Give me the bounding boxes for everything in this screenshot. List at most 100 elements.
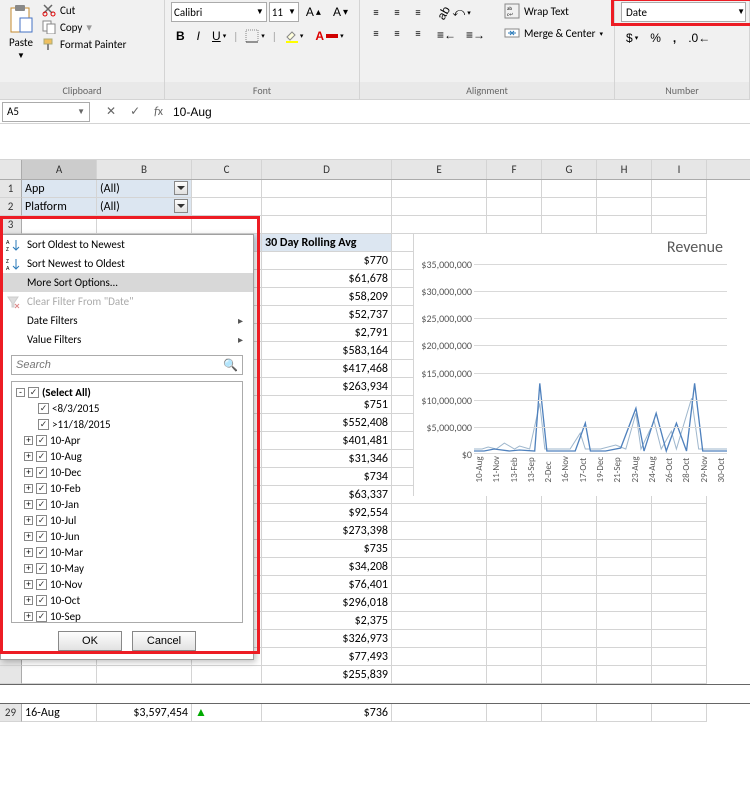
format-painter-button[interactable]: Format Painter (40, 36, 128, 52)
tree-expand-icon[interactable]: + (24, 612, 33, 621)
cell[interactable] (392, 576, 487, 594)
rolling-avg-cell[interactable]: $58,209 (262, 288, 392, 306)
tree-expand-icon[interactable]: - (16, 388, 25, 397)
tree-expand-icon[interactable]: + (24, 548, 33, 557)
pivot-app-dropdown[interactable] (174, 181, 188, 195)
cell[interactable] (192, 180, 262, 198)
tree-checkbox[interactable]: ✓ (36, 595, 47, 606)
fill-color-button[interactable]: ▾ (279, 26, 309, 46)
filter-tree-item[interactable]: -✓(Select All) (12, 384, 242, 400)
accounting-format-button[interactable]: $▾ (621, 28, 643, 48)
cell[interactable] (597, 666, 652, 684)
cell[interactable] (192, 216, 262, 234)
cell[interactable] (597, 522, 652, 540)
pivot-platform-dropdown[interactable] (174, 199, 188, 213)
filter-tree-item[interactable]: +✓10-Mar (12, 544, 242, 560)
cell[interactable] (487, 576, 542, 594)
col-header-A[interactable]: A (22, 160, 97, 179)
paste-button[interactable]: Paste ▼ (6, 2, 36, 63)
cell[interactable] (22, 666, 97, 684)
row-header[interactable]: 3 (0, 216, 22, 234)
col-header-C[interactable]: C (192, 160, 262, 179)
rolling-avg-cell[interactable]: $31,346 (262, 450, 392, 468)
cell[interactable] (487, 704, 542, 722)
cell-rolling[interactable]: $736 (262, 704, 392, 722)
cell[interactable] (97, 666, 192, 684)
copy-button[interactable]: Copy ▾ (40, 19, 128, 35)
filter-cancel-button[interactable]: Cancel (132, 631, 196, 651)
cell[interactable] (487, 180, 542, 198)
cell[interactable] (597, 198, 652, 216)
rolling-avg-cell[interactable]: $552,408 (262, 414, 392, 432)
tree-expand-icon[interactable]: + (24, 484, 33, 493)
rolling-avg-cell[interactable]: $76,401 (262, 576, 392, 594)
cell[interactable] (487, 216, 542, 234)
rolling-avg-cell[interactable]: $34,208 (262, 558, 392, 576)
increase-decimal-button[interactable]: .0← (683, 28, 715, 48)
value-filters-submenu[interactable]: Value Filters (1, 330, 253, 349)
align-top-button[interactable]: ≡ (366, 2, 386, 22)
align-middle-button[interactable]: ≡ (387, 2, 407, 22)
cell[interactable] (392, 198, 487, 216)
cell[interactable] (392, 540, 487, 558)
cut-button[interactable]: Cut (40, 2, 128, 18)
tree-expand-icon[interactable]: + (24, 436, 33, 445)
increase-font-button[interactable]: A▴ (301, 2, 326, 22)
rolling-avg-cell[interactable]: $751 (262, 396, 392, 414)
cell[interactable] (542, 504, 597, 522)
tree-expand-icon[interactable]: + (24, 452, 33, 461)
rolling-avg-cell[interactable]: $273,398 (262, 522, 392, 540)
rolling-avg-cell[interactable]: $2,791 (262, 324, 392, 342)
rolling-avg-cell[interactable]: $401,481 (262, 432, 392, 450)
col-header-I[interactable]: I (652, 160, 707, 179)
col-header-G[interactable]: G (542, 160, 597, 179)
cell[interactable] (392, 558, 487, 576)
tree-checkbox[interactable]: ✓ (36, 547, 47, 558)
tree-expand-icon[interactable]: + (24, 532, 33, 541)
sort-newest-oldest[interactable]: ZA Sort Newest to Oldest (1, 254, 253, 273)
enter-formula-button[interactable]: ✓ (126, 104, 144, 119)
cell[interactable] (487, 198, 542, 216)
cell[interactable] (487, 504, 542, 522)
comma-format-button[interactable]: , (668, 28, 681, 48)
cell[interactable] (652, 522, 707, 540)
cell[interactable] (392, 216, 487, 234)
font-size-select[interactable]: 11▼ (269, 2, 299, 22)
name-box[interactable]: A5▼ (2, 102, 90, 122)
filter-tree-item[interactable]: ✓>11/18/2015 (12, 416, 242, 432)
sort-oldest-newest[interactable]: AZ Sort Oldest to Newest (1, 235, 253, 254)
cell[interactable] (487, 540, 542, 558)
cell[interactable] (652, 180, 707, 198)
select-all-corner[interactable] (0, 160, 22, 179)
font-name-select[interactable]: Calibri▼ (171, 2, 267, 22)
rolling-avg-cell[interactable]: $52,737 (262, 306, 392, 324)
cell[interactable] (652, 558, 707, 576)
tree-checkbox[interactable]: ✓ (38, 403, 49, 414)
cell[interactable] (652, 648, 707, 666)
tree-checkbox[interactable]: ✓ (28, 387, 39, 398)
cell[interactable] (392, 648, 487, 666)
cell[interactable] (652, 704, 707, 722)
pivot-platform-value[interactable]: (All) (97, 198, 192, 216)
pivot-app-value[interactable]: (All) (97, 180, 192, 198)
cell[interactable] (597, 630, 652, 648)
filter-tree-item[interactable]: ✓<8/3/2015 (12, 400, 242, 416)
filter-tree-item[interactable]: +✓10-Aug (12, 448, 242, 464)
filter-tree-item[interactable]: +✓10-Nov (12, 576, 242, 592)
filter-tree-item[interactable]: +✓10-Dec (12, 464, 242, 480)
pivot-platform-label[interactable]: Platform (22, 198, 97, 216)
cell[interactable] (597, 180, 652, 198)
cell[interactable] (192, 666, 262, 684)
rolling-avg-cell[interactable]: $255,839 (262, 666, 392, 684)
cell[interactable] (597, 704, 652, 722)
tree-expand-icon[interactable]: + (24, 500, 33, 509)
filter-tree-item[interactable]: +✓10-Oct (12, 592, 242, 608)
rolling-avg-cell[interactable]: $296,018 (262, 594, 392, 612)
col-header-F[interactable]: F (487, 160, 542, 179)
cell[interactable] (487, 630, 542, 648)
cell[interactable] (22, 216, 97, 234)
formula-input[interactable] (167, 105, 750, 119)
cell[interactable] (542, 198, 597, 216)
tree-expand-icon[interactable]: + (24, 516, 33, 525)
underline-button[interactable]: U▾ (207, 26, 231, 46)
